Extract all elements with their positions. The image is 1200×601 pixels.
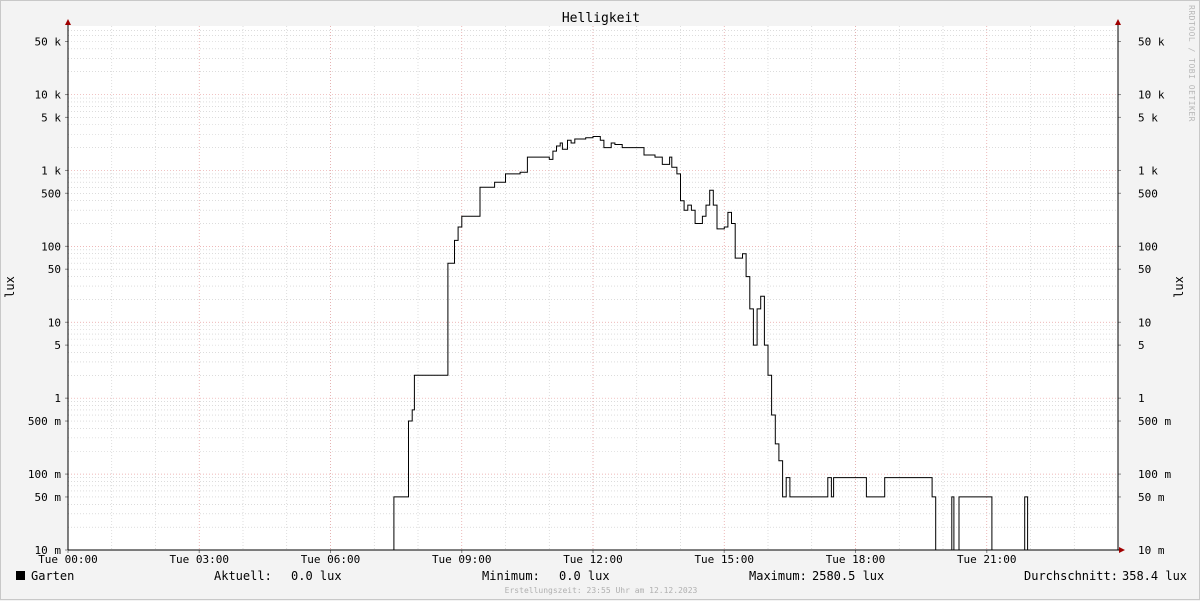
y-axis-label-right: lux xyxy=(1172,276,1186,298)
x-tick-label: Tue 00:00 xyxy=(38,553,98,566)
chart-svg: 50 k 50 k 10 k 10 k 5 k 5 k 1 k 1 k 500 500 100 100… xyxy=(28,19,1171,566)
x-tick-label: Tue 21:00 xyxy=(957,553,1017,566)
y-tick-label-left: 100 xyxy=(41,240,61,253)
y-tick-label-right: 50 xyxy=(1138,263,1151,276)
y-tick-label-right: 500 xyxy=(1138,187,1158,200)
legend-max-label: Maximum: xyxy=(749,569,807,583)
y-tick-label-left: 500 m xyxy=(28,415,61,428)
y-tick-label-right: 1 xyxy=(1138,392,1145,405)
y-tick-label-right: 5 xyxy=(1138,339,1145,352)
chart-frame: 50 k 50 k 10 k 10 k5 k5 k1 k1 k 500 500 100 100… xyxy=(0,0,1200,600)
y-tick-label-left: 100 m xyxy=(28,468,61,481)
x-tick-label: Tue 06:00 xyxy=(301,553,361,566)
legend-series-name: Garten xyxy=(31,569,75,583)
y-tick-label-right: 5 k xyxy=(1138,111,1158,124)
y-tick-label-right: 10 m xyxy=(1138,544,1165,557)
y-tick-label-left: 10 k xyxy=(35,89,62,102)
x-tick-label: Tue 03:00 xyxy=(169,553,229,566)
y-tick-label-left: 500 xyxy=(41,187,61,200)
y-tick-label-right: 1 k xyxy=(1138,164,1158,177)
y-tick-label-right: 10 xyxy=(1138,316,1151,329)
x-axis-arrow xyxy=(1119,547,1125,553)
y-tick-label-left: 50 m xyxy=(35,491,62,504)
y-tick-label-right: 50 m xyxy=(1138,491,1165,504)
legend-min-value: 0.0 lux xyxy=(559,569,610,583)
y-axis-label-left: lux xyxy=(3,276,17,298)
legend-min-label: Minimum: xyxy=(482,569,540,583)
legend: Garten Aktuell: 0.0 lux Minimum: 0.0 lux… xyxy=(1,569,1200,585)
y-tick-label-left: 1 xyxy=(54,392,61,405)
x-tick-label: Tue 12:00 xyxy=(563,553,623,566)
y-tick-label-right: 500 m xyxy=(1138,415,1171,428)
watermark: RRDTOOL / TOBI OETIKER xyxy=(1187,5,1196,122)
x-tick-label: Tue 15:00 xyxy=(694,553,754,566)
legend-current-value: 0.0 lux xyxy=(291,569,342,583)
legend-current-label: Aktuell: xyxy=(214,569,272,583)
x-tick-label: Tue 09:00 xyxy=(432,553,492,566)
y-tick-label-right: 10 k xyxy=(1138,89,1165,102)
legend-swatch xyxy=(16,571,25,580)
y-tick-label-left: 5 k xyxy=(41,111,61,124)
y-tick-label-right: 100 xyxy=(1138,240,1158,253)
y-tick-label-right: 50 k xyxy=(1138,35,1165,48)
y-tick-label-left: 10 xyxy=(48,316,61,329)
x-tick-label: Tue 18:00 xyxy=(826,553,886,566)
chart-title: Helligkeit xyxy=(561,11,641,26)
legend-avg-label: Durchschnitt: xyxy=(1024,569,1118,583)
y-tick-label-left: 50 xyxy=(48,263,61,276)
y-tick-label-left: 1 k xyxy=(41,164,61,177)
y-tick-label-left: 50 k xyxy=(35,35,62,48)
y-tick-label-left: 5 xyxy=(54,339,61,352)
footer-timestamp: Erstellungszeit: 23:55 Uhr am 12.12.2023 xyxy=(504,586,698,595)
y-tick-label-right: 100 m xyxy=(1138,468,1171,481)
legend-max-value: 2580.5 lux xyxy=(812,569,885,583)
legend-avg-value: 358.4 lux xyxy=(1122,569,1188,583)
